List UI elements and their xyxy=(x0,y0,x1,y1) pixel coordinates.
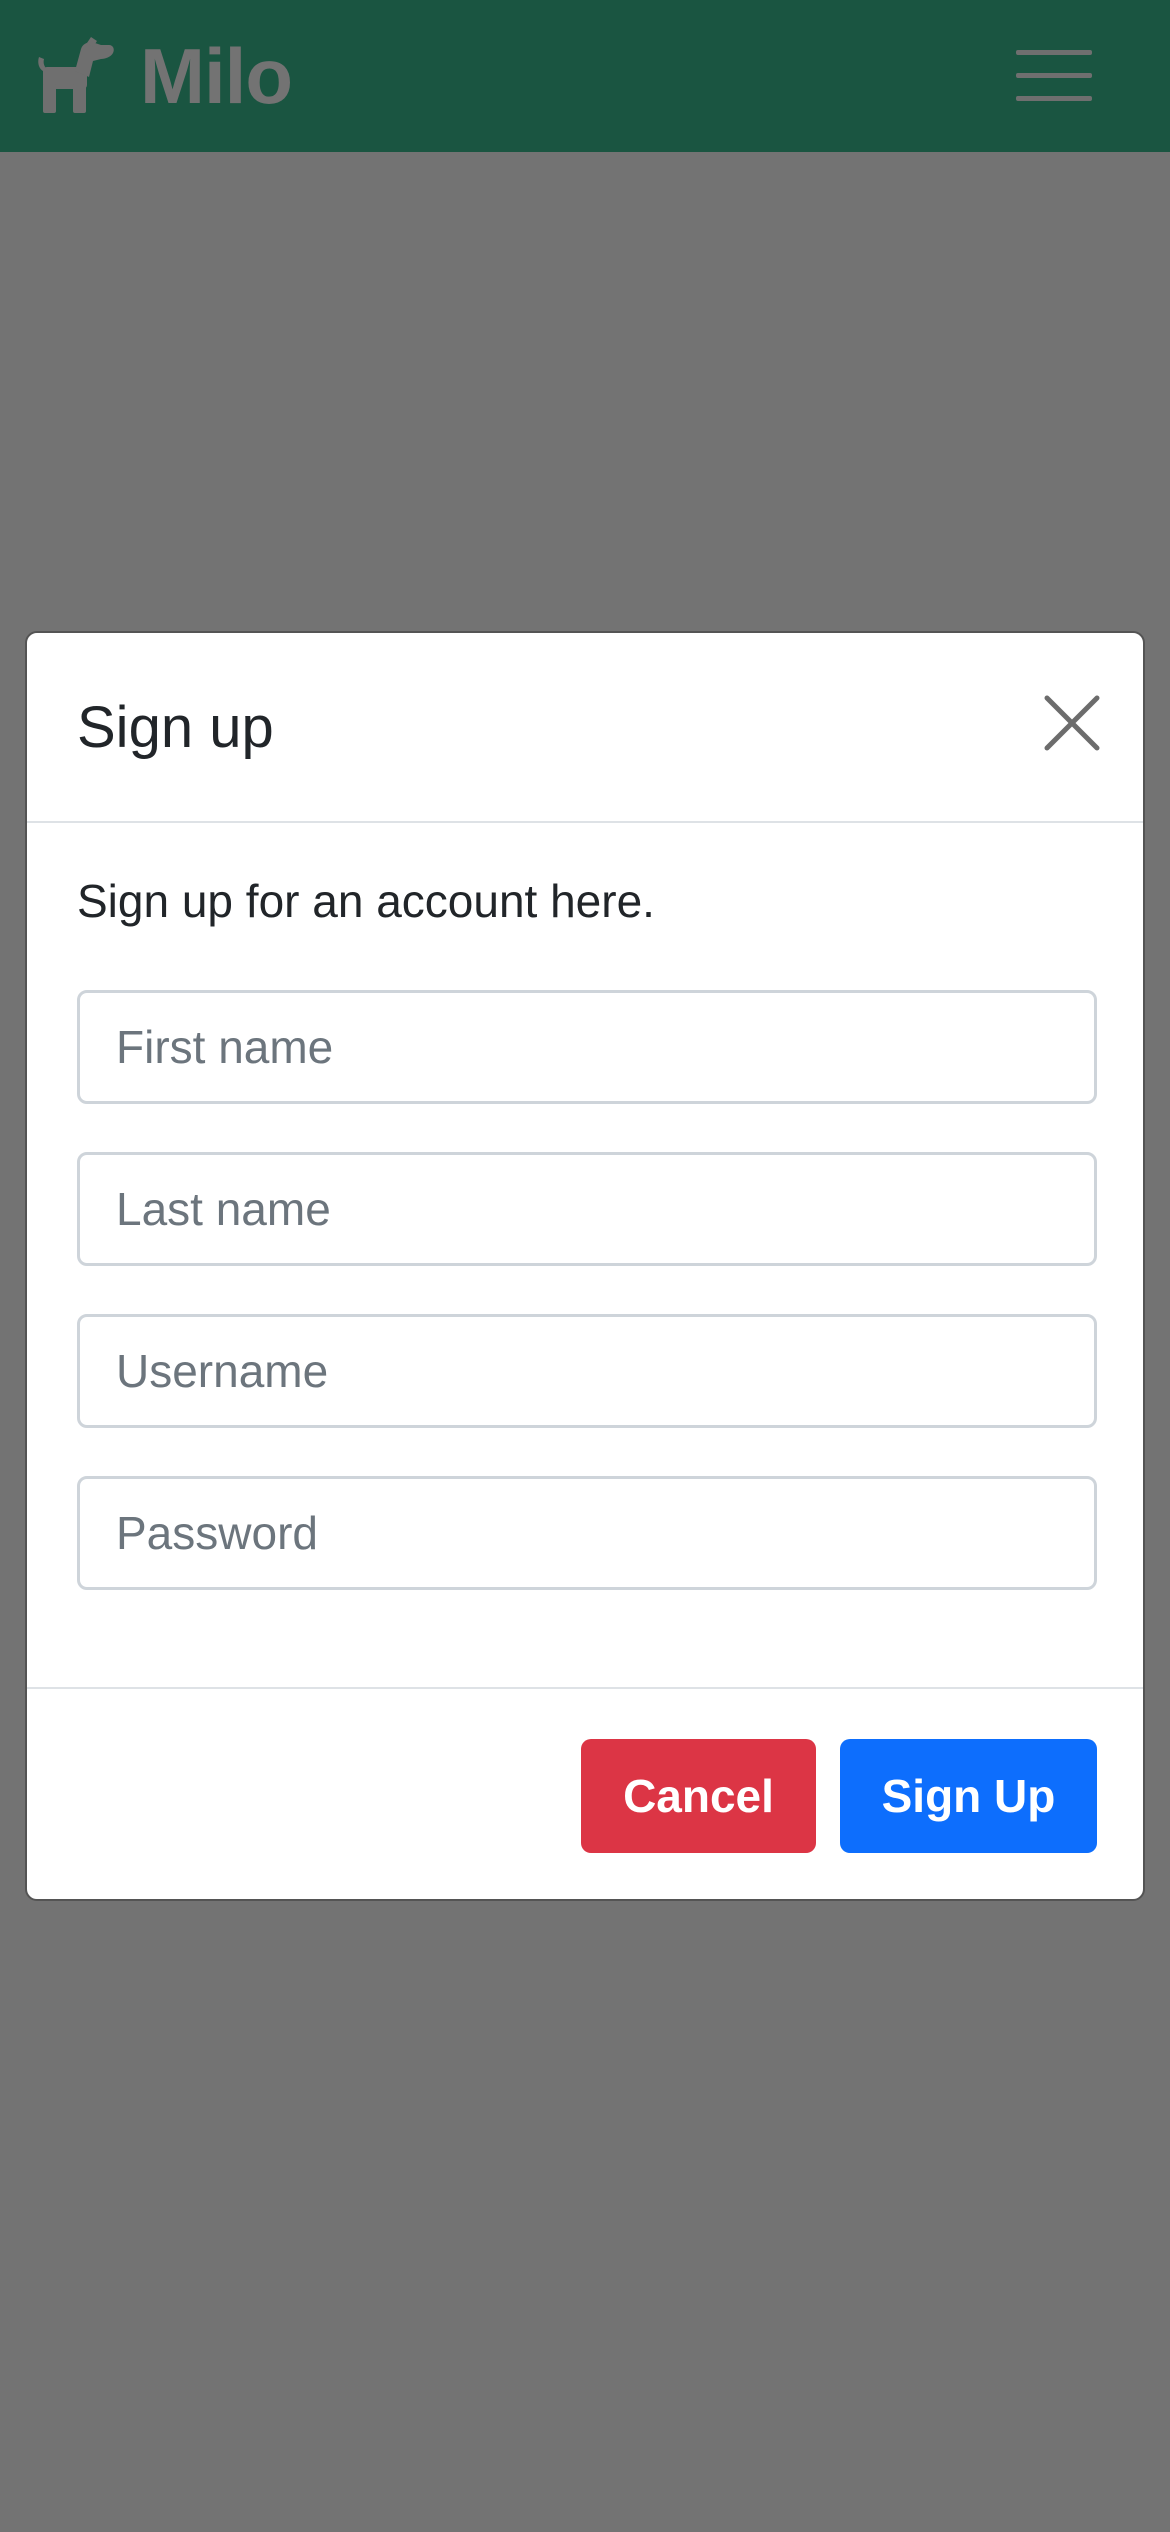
brand-name[interactable]: Milo xyxy=(140,30,293,122)
last-name-input[interactable] xyxy=(77,1152,1097,1266)
modal-subtitle: Sign up for an account here. xyxy=(77,875,655,927)
modal-footer: Cancel Sign Up xyxy=(27,1687,1143,1899)
menu-bar xyxy=(1016,73,1092,78)
modal-title: Sign up xyxy=(77,695,274,760)
navbar: Milo xyxy=(0,0,1170,152)
hamburger-menu-icon[interactable] xyxy=(1000,38,1110,114)
first-name-input[interactable] xyxy=(77,990,1097,1104)
signup-modal: Sign up Sign up for an account here. Can… xyxy=(25,631,1145,1901)
menu-bar xyxy=(1016,96,1092,101)
username-input[interactable] xyxy=(77,1314,1097,1428)
close-icon[interactable] xyxy=(1037,688,1107,758)
menu-bar xyxy=(1016,50,1092,55)
cancel-button[interactable]: Cancel xyxy=(581,1739,816,1853)
sign-up-button[interactable]: Sign Up xyxy=(840,1739,1097,1853)
modal-header: Sign up xyxy=(27,633,1143,823)
modal-body: Sign up for an account here. xyxy=(27,823,1143,1590)
password-input[interactable] xyxy=(77,1476,1097,1590)
dog-icon[interactable] xyxy=(35,37,119,115)
